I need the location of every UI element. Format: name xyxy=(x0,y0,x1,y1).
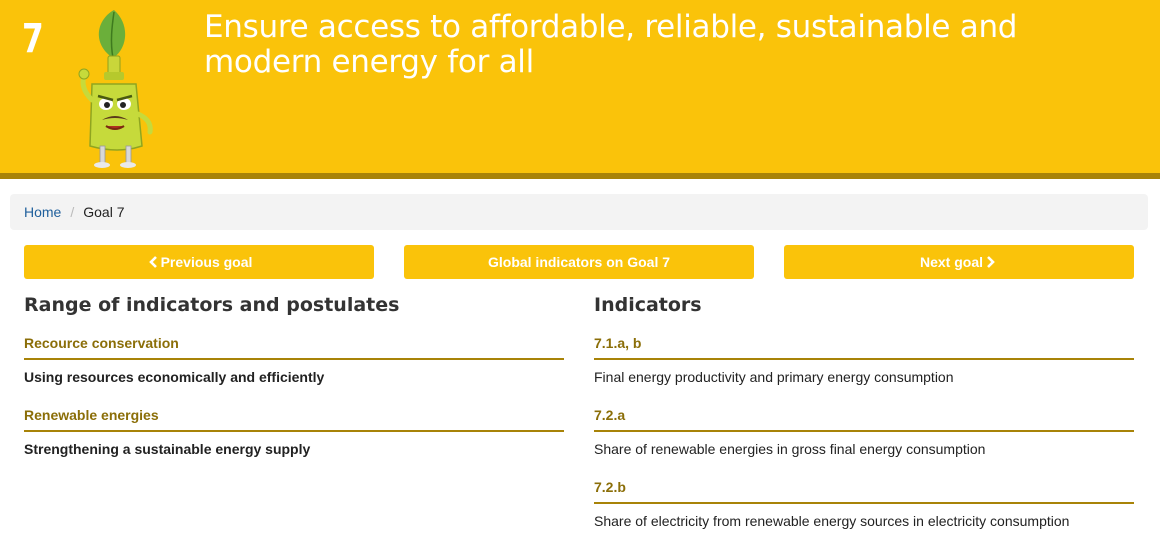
breadcrumb-home-link[interactable]: Home xyxy=(24,204,61,220)
global-indicators-label: Global indicators on Goal 7 xyxy=(487,254,671,270)
next-goal-button[interactable]: Next goal xyxy=(784,245,1134,279)
page-title: Ensure access to affordable, reliable, s… xyxy=(204,9,1018,80)
indicator-description: Share of renewable energies in gross fin… xyxy=(594,441,986,457)
indicator-item: 7.2.b Share of electricity from renewabl… xyxy=(594,476,1134,548)
chevron-right-icon xyxy=(986,256,995,268)
previous-goal-label: Previous goal xyxy=(160,254,253,270)
indicators-heading: Indicators xyxy=(594,294,702,316)
postulate-description: Using resources economically and efficie… xyxy=(24,369,325,385)
postulates-column: Range of indicators and postulates Recou… xyxy=(24,292,564,476)
indicator-title[interactable]: 7.2.a xyxy=(594,404,1134,432)
goal-number: 7 xyxy=(22,16,44,62)
indicator-item: 7.1.a, b Final energy productivity and p… xyxy=(594,332,1134,404)
indicator-title[interactable]: 7.1.a, b xyxy=(594,332,1134,360)
chevron-left-icon xyxy=(148,256,158,268)
indicators-column: Indicators 7.1.a, b Final energy product… xyxy=(594,292,1134,548)
energy-plug-mascot-icon xyxy=(78,10,153,168)
global-indicators-button[interactable]: Global indicators on Goal 7 xyxy=(404,245,754,279)
next-goal-label: Next goal xyxy=(919,254,983,270)
indicator-title[interactable]: 7.2.b xyxy=(594,476,1134,504)
indicator-description: Final energy productivity and primary en… xyxy=(594,369,954,385)
postulates-heading: Range of indicators and postulates xyxy=(24,294,400,316)
breadcrumb-separator: / xyxy=(70,204,75,220)
postulate-item: Renewable energies Strengthening a susta… xyxy=(24,404,564,476)
indicator-item: 7.2.a Share of renewable energies in gro… xyxy=(594,404,1134,476)
postulate-title[interactable]: Recource conservation xyxy=(24,332,564,360)
breadcrumb: Home / Goal 7 xyxy=(10,194,1148,230)
postulate-item: Recource conservation Using resources ec… xyxy=(24,332,564,404)
banner-divider xyxy=(0,173,1160,179)
indicator-description: Share of electricity from renewable ener… xyxy=(594,513,1070,529)
goal-banner: 7 Ensure access to affordable, reliable,… xyxy=(0,0,1160,173)
postulate-description: Strengthening a sustainable energy suppl… xyxy=(24,441,311,457)
breadcrumb-current: Goal 7 xyxy=(83,204,125,220)
postulate-title[interactable]: Renewable energies xyxy=(24,404,564,432)
previous-goal-button[interactable]: Previous goal xyxy=(24,245,374,279)
